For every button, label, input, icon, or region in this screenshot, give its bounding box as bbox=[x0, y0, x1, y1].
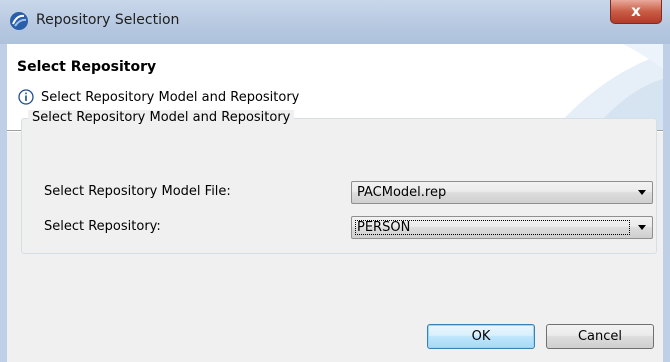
repository-select[interactable]: PERSON bbox=[351, 216, 653, 239]
repository-label: Select Repository: bbox=[44, 219, 161, 234]
title-bar[interactable]: Repository Selection x bbox=[0, 0, 670, 44]
repository-value: PERSON bbox=[357, 220, 411, 235]
app-logo-icon bbox=[10, 12, 28, 30]
chevron-down-icon bbox=[638, 225, 646, 230]
model-file-label: Select Repository Model File: bbox=[44, 184, 231, 199]
close-icon: x bbox=[631, 2, 641, 20]
header-message: Select Repository Model and Repository bbox=[41, 90, 300, 105]
info-icon bbox=[18, 89, 34, 105]
group-legend: Select Repository Model and Repository bbox=[28, 110, 295, 125]
window-title: Repository Selection bbox=[36, 12, 180, 28]
cancel-button[interactable]: Cancel bbox=[546, 324, 654, 349]
chevron-down-icon bbox=[638, 190, 646, 195]
model-file-value: PACModel.rep bbox=[357, 185, 447, 200]
dialog-window: Repository Selection x Select Repository… bbox=[0, 0, 670, 362]
model-file-select[interactable]: PACModel.rep bbox=[351, 181, 653, 204]
page-title: Select Repository bbox=[17, 59, 157, 75]
close-button[interactable]: x bbox=[610, 0, 662, 24]
ok-button[interactable]: OK bbox=[427, 324, 535, 349]
